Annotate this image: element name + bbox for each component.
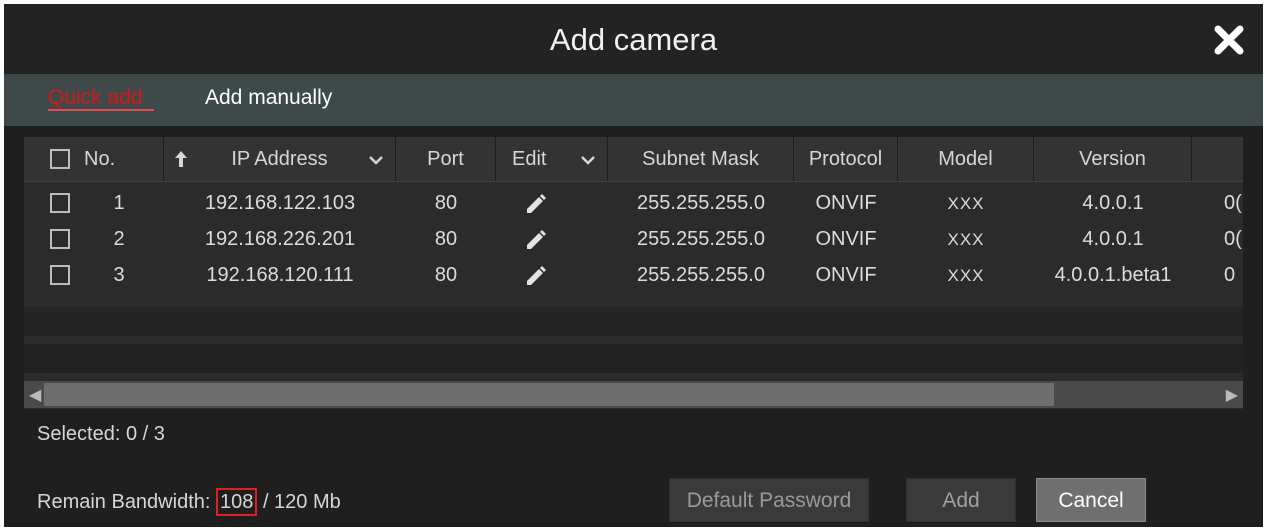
- cell-version: 4.0.0.1: [1082, 228, 1144, 250]
- header-more: [1192, 137, 1243, 181]
- cell-subnet-mask: 255.255.255.0: [637, 264, 765, 286]
- bandwidth-remaining-value: 108: [216, 488, 258, 516]
- cell-no: 1: [113, 192, 125, 214]
- scrollbar-thumb[interactable]: [44, 383, 1054, 406]
- cell-model: XXX: [947, 230, 985, 249]
- cell-subnet-mask: 255.255.255.0: [637, 192, 765, 214]
- selected-count: Selected: 0 / 3: [37, 423, 165, 445]
- row-checkbox[interactable]: [50, 229, 70, 249]
- header-ip-address[interactable]: IP Address: [164, 137, 396, 181]
- cell-ip-address: 192.168.122.103: [204, 192, 356, 214]
- row-checkbox[interactable]: [50, 193, 70, 213]
- active-tab-underline: [48, 109, 154, 111]
- sort-up-arrow-icon: [175, 151, 187, 167]
- cell-no: 2: [113, 228, 125, 250]
- bandwidth-total: / 120 Mb: [262, 491, 341, 513]
- header-no[interactable]: No.: [24, 137, 164, 181]
- empty-row: [24, 307, 1243, 336]
- cancel-button[interactable]: Cancel: [1036, 478, 1146, 522]
- scroll-left-arrow-icon[interactable]: ◀: [29, 385, 41, 405]
- cell-truncated: 0(: [1224, 192, 1242, 214]
- header-protocol[interactable]: Protocol: [794, 137, 898, 181]
- cell-protocol: ONVIF: [815, 264, 877, 286]
- edit-pencil-icon[interactable]: [496, 261, 576, 290]
- cell-ip-address: 192.168.120.111: [206, 264, 354, 286]
- tab-add-manually[interactable]: Add manually: [205, 74, 332, 126]
- cell-model: XXX: [947, 266, 985, 285]
- edit-pencil-icon[interactable]: [496, 225, 576, 254]
- scroll-right-arrow-icon[interactable]: ▶: [1226, 385, 1238, 405]
- tab-quick-add[interactable]: Quick add: [48, 74, 143, 126]
- chevron-down-icon[interactable]: [368, 155, 384, 165]
- cell-version: 4.0.0.1.beta1: [1054, 264, 1172, 286]
- table-row[interactable]: 3 192.168.120.111 80 255.255.255.0 ONVIF…: [24, 261, 1243, 290]
- header-model[interactable]: Model: [898, 137, 1034, 181]
- table-header: No. IP Address Port Edit Subnet Mask Pro…: [24, 137, 1243, 182]
- header-edit[interactable]: Edit: [496, 137, 608, 181]
- close-icon[interactable]: [1209, 20, 1249, 60]
- tab-bar: Quick add Add manually: [4, 74, 1263, 126]
- cell-protocol: ONVIF: [815, 192, 877, 214]
- cell-protocol: ONVIF: [815, 228, 877, 250]
- row-checkbox[interactable]: [50, 265, 70, 285]
- add-camera-dialog: Add camera Quick add Add manually No. IP…: [4, 4, 1263, 527]
- bandwidth-label: Remain Bandwidth:: [37, 491, 211, 513]
- header-subnet-mask[interactable]: Subnet Mask: [608, 137, 794, 181]
- cell-subnet-mask: 255.255.255.0: [637, 228, 765, 250]
- cell-version: 4.0.0.1: [1082, 192, 1144, 214]
- cell-no: 3: [113, 264, 125, 286]
- header-version[interactable]: Version: [1034, 137, 1192, 181]
- table-row[interactable]: 2 192.168.226.201 80 255.255.255.0 ONVIF…: [24, 225, 1243, 254]
- cell-model: XXX: [947, 194, 985, 213]
- horizontal-scrollbar[interactable]: ◀ ▶: [24, 381, 1243, 408]
- cell-port: 80: [434, 264, 458, 286]
- header-port[interactable]: Port: [396, 137, 496, 181]
- select-all-checkbox[interactable]: [50, 149, 70, 169]
- cell-port: 80: [434, 192, 458, 214]
- cell-port: 80: [434, 228, 458, 250]
- cell-truncated: 0: [1224, 264, 1236, 286]
- default-password-button[interactable]: Default Password: [669, 478, 869, 522]
- remain-bandwidth: Remain Bandwidth: 108 / 120 Mb: [37, 488, 341, 516]
- empty-row: [24, 344, 1243, 373]
- title-bar: Add camera: [4, 4, 1263, 74]
- edit-pencil-icon[interactable]: [496, 189, 576, 218]
- table-row[interactable]: 1 192.168.122.103 80 255.255.255.0 ONVIF…: [24, 189, 1243, 218]
- camera-table: No. IP Address Port Edit Subnet Mask Pro…: [24, 137, 1243, 409]
- dialog-title: Add camera: [549, 22, 718, 57]
- cell-ip-address: 192.168.226.201: [204, 228, 356, 250]
- add-button[interactable]: Add: [906, 478, 1016, 522]
- chevron-down-icon[interactable]: [580, 155, 596, 165]
- cell-truncated: 0(: [1224, 228, 1242, 250]
